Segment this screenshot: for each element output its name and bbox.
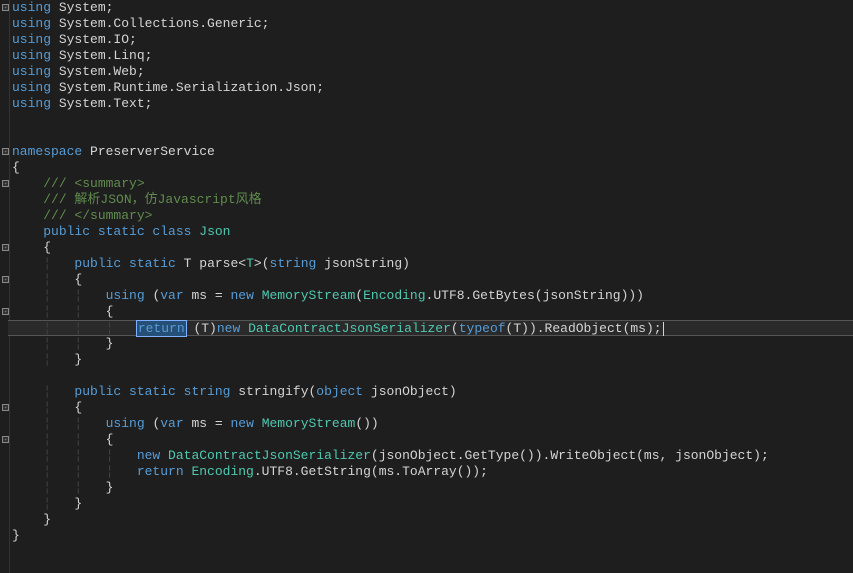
- code-line[interactable]: - ¦ {: [10, 400, 853, 416]
- fold-marker[interactable]: -: [2, 308, 9, 315]
- code-line[interactable]: using System.Web;: [10, 64, 853, 80]
- code-line[interactable]: - ¦ ¦ {: [10, 432, 853, 448]
- code-line[interactable]: using System.Text;: [10, 96, 853, 112]
- fold-marker[interactable]: -: [2, 404, 9, 411]
- code-line[interactable]: ¦ }: [10, 352, 853, 368]
- code-line[interactable]: ¦ ¦ ¦ return Encoding.UTF8.GetString(ms.…: [10, 464, 853, 480]
- code-line[interactable]: }: [10, 528, 853, 544]
- code-editor[interactable]: -using System; using System.Collections.…: [0, 0, 853, 573]
- code-line[interactable]: using System.Collections.Generic;: [10, 16, 853, 32]
- code-line[interactable]: ¦ ¦ using (var ms = new MemoryStream(Enc…: [10, 288, 853, 304]
- code-line[interactable]: /// </summary>: [10, 208, 853, 224]
- code-line[interactable]: - {: [10, 240, 853, 256]
- code-area[interactable]: -using System; using System.Collections.…: [10, 0, 853, 573]
- code-line[interactable]: public static class Json: [10, 224, 853, 240]
- code-line[interactable]: {: [10, 160, 853, 176]
- code-line[interactable]: [10, 368, 853, 384]
- code-line[interactable]: ¦ ¦ ¦ new DataContractJsonSerializer(jso…: [10, 448, 853, 464]
- code-line[interactable]: using System.Linq;: [10, 48, 853, 64]
- current-line[interactable]: ¦ ¦ ¦ return (T)new DataContractJsonSeri…: [8, 320, 853, 336]
- gutter: [0, 0, 10, 573]
- code-line[interactable]: - ¦ ¦ {: [10, 304, 853, 320]
- text-cursor: [663, 322, 664, 336]
- code-line[interactable]: ¦ ¦ using (var ms = new MemoryStream()): [10, 416, 853, 432]
- code-line[interactable]: - /// <summary>: [10, 176, 853, 192]
- code-line[interactable]: using System.IO;: [10, 32, 853, 48]
- code-line[interactable]: }: [10, 512, 853, 528]
- code-line[interactable]: - ¦ {: [10, 272, 853, 288]
- fold-marker[interactable]: -: [2, 244, 9, 251]
- code-line[interactable]: ¦ public static string stringify(object …: [10, 384, 853, 400]
- code-line[interactable]: ¦ }: [10, 496, 853, 512]
- code-line[interactable]: /// 解析JSON，仿Javascript风格: [10, 192, 853, 208]
- fold-marker[interactable]: -: [2, 436, 9, 443]
- code-line[interactable]: using System.Runtime.Serialization.Json;: [10, 80, 853, 96]
- code-line[interactable]: -namespace PreserverService: [10, 144, 853, 160]
- code-line[interactable]: -using System;: [10, 0, 853, 16]
- code-line[interactable]: ¦ ¦ }: [10, 480, 853, 496]
- fold-marker[interactable]: -: [2, 148, 9, 155]
- code-line[interactable]: ¦ ¦ }: [10, 336, 853, 352]
- fold-marker[interactable]: -: [2, 180, 9, 187]
- blank: [10, 112, 853, 144]
- code-line[interactable]: ¦ public static T parse<T>(string jsonSt…: [10, 256, 853, 272]
- fold-marker[interactable]: -: [2, 276, 9, 283]
- fold-marker[interactable]: -: [2, 4, 9, 11]
